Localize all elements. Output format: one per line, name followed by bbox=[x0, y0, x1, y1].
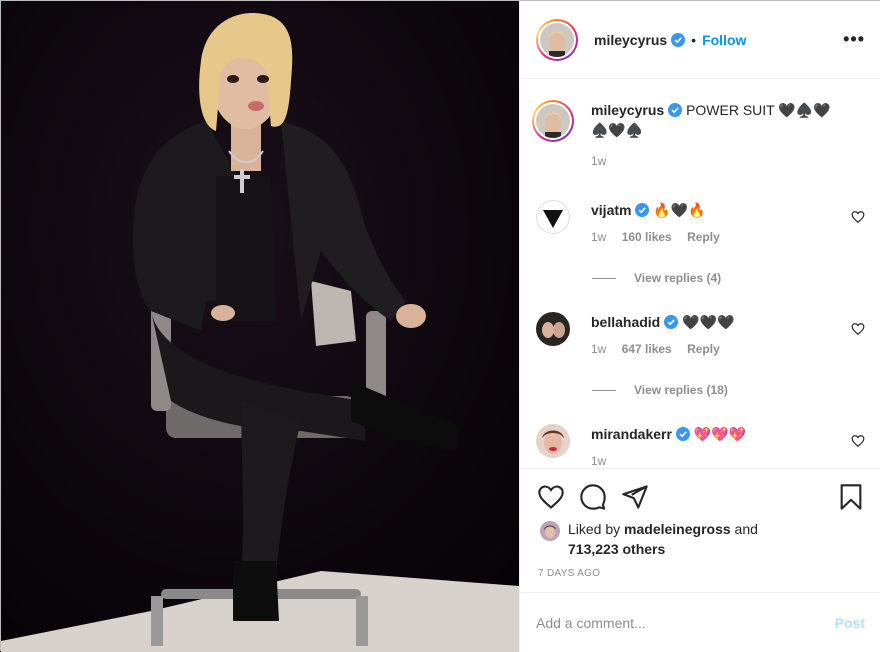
liker-avatar-image bbox=[540, 521, 560, 541]
view-replies-button[interactable]: View replies (18) bbox=[592, 383, 728, 397]
comment-text-line: vijatm 🔥🖤🔥 bbox=[591, 200, 837, 220]
comment-avatar-image bbox=[536, 424, 570, 458]
view-replies-label: View replies (18) bbox=[634, 383, 728, 397]
comment-username[interactable]: mirandakerr bbox=[591, 426, 672, 442]
comment-text-line: mirandakerr 💖💖💖 bbox=[591, 424, 837, 444]
author-avatar-image bbox=[540, 22, 574, 57]
comment-text: 🔥🖤🔥 bbox=[653, 202, 706, 218]
comment-avatar[interactable] bbox=[536, 312, 570, 346]
share-icon[interactable] bbox=[621, 483, 649, 511]
post-side-panel: mileycyrus • Follow ••• mileycyrus POWER… bbox=[519, 1, 880, 652]
caption-avatar-image bbox=[536, 104, 570, 138]
instagram-post-window: mileycyrus • Follow ••• mileycyrus POWER… bbox=[0, 0, 880, 652]
view-replies-button[interactable]: View replies (4) bbox=[592, 271, 721, 285]
comment-avatar-image bbox=[536, 200, 570, 234]
comment-text-line: bellahadid 🖤🖤🖤 bbox=[591, 312, 837, 332]
post-photo-image bbox=[1, 1, 519, 652]
replies-divider bbox=[592, 389, 616, 391]
add-comment-bar: Add a comment... Post bbox=[520, 592, 880, 652]
verified-icon bbox=[671, 32, 686, 47]
comment-likes[interactable]: 160 likes bbox=[622, 230, 672, 244]
liker-username[interactable]: madeleinegross bbox=[624, 521, 731, 537]
post-header: mileycyrus • Follow ••• bbox=[520, 1, 880, 79]
comment-text: 💖💖💖 bbox=[693, 426, 747, 442]
likes-and: and bbox=[734, 521, 758, 537]
comment-meta: 1w 647 likes Reply bbox=[591, 342, 837, 356]
caption-time[interactable]: 1w bbox=[591, 154, 606, 168]
comment-username[interactable]: bellahadid bbox=[591, 314, 660, 330]
reply-button[interactable]: Reply bbox=[687, 342, 720, 356]
likes-summary: Liked by madeleinegross and 713,223 othe… bbox=[540, 519, 818, 559]
comment-row: bellahadid 🖤🖤🖤 1w 647 likes Reply bbox=[536, 312, 865, 356]
comment-time[interactable]: 1w bbox=[591, 230, 606, 244]
comment-username[interactable]: vijatm bbox=[591, 202, 631, 218]
caption-avatar[interactable] bbox=[532, 100, 574, 142]
comment-time[interactable]: 1w bbox=[591, 342, 606, 356]
verified-icon bbox=[635, 203, 650, 217]
comment-input[interactable]: Add a comment... bbox=[536, 615, 646, 631]
view-replies-label: View replies (4) bbox=[634, 271, 722, 285]
comment-meta: 1w 160 likes Reply bbox=[591, 230, 837, 244]
caption-row: mileycyrus POWER SUIT 🖤♠️🖤♠️🖤♠️ 1w bbox=[532, 100, 865, 168]
comment-time[interactable]: 1w bbox=[591, 454, 606, 468]
post-comment-button[interactable]: Post bbox=[835, 615, 865, 631]
post-date[interactable]: 7 DAYS AGO bbox=[538, 568, 600, 579]
likes-prefix: Liked by bbox=[568, 521, 621, 537]
comment-likes[interactable]: 647 likes bbox=[622, 342, 672, 356]
comment-avatar-image bbox=[536, 312, 570, 346]
follow-button[interactable]: Follow bbox=[702, 32, 746, 48]
like-icon[interactable] bbox=[537, 483, 565, 511]
likes-text: Liked by madeleinegross and 713,223 othe… bbox=[568, 519, 818, 559]
comment-row: mirandakerr 💖💖💖 1w bbox=[536, 424, 865, 468]
verified-icon bbox=[668, 103, 683, 117]
comment-meta: 1w bbox=[591, 454, 837, 468]
more-options-icon[interactable]: ••• bbox=[843, 29, 865, 50]
comment-like-icon[interactable] bbox=[851, 210, 865, 224]
save-icon[interactable] bbox=[837, 483, 865, 511]
reply-button[interactable]: Reply bbox=[687, 230, 720, 244]
verified-icon bbox=[675, 427, 690, 441]
replies-divider bbox=[592, 277, 616, 279]
likes-count-button[interactable]: 713,223 others bbox=[568, 541, 665, 557]
comment-avatar[interactable] bbox=[536, 200, 570, 234]
caption-meta: 1w bbox=[591, 154, 837, 168]
comment-like-icon[interactable] bbox=[851, 434, 865, 448]
caption-username[interactable]: mileycyrus bbox=[591, 102, 664, 118]
comment-icon[interactable] bbox=[579, 483, 607, 511]
post-photo[interactable] bbox=[1, 1, 519, 652]
separator-dot: • bbox=[691, 31, 697, 48]
comments-list[interactable]: mileycyrus POWER SUIT 🖤♠️🖤♠️🖤♠️ 1w vijat… bbox=[520, 80, 880, 468]
caption-text-line: mileycyrus POWER SUIT 🖤♠️🖤♠️🖤♠️ bbox=[591, 100, 837, 140]
author-avatar[interactable] bbox=[536, 18, 578, 61]
liker-avatar[interactable] bbox=[540, 521, 560, 541]
author-username[interactable]: mileycyrus bbox=[594, 32, 667, 48]
comment-text: 🖤🖤🖤 bbox=[682, 314, 735, 330]
verified-icon bbox=[664, 315, 679, 329]
comment-like-icon[interactable] bbox=[851, 322, 865, 336]
post-actions: Liked by madeleinegross and 713,223 othe… bbox=[520, 468, 880, 592]
comment-row: vijatm 🔥🖤🔥 1w 160 likes Reply bbox=[536, 200, 865, 244]
comment-avatar[interactable] bbox=[536, 424, 570, 458]
